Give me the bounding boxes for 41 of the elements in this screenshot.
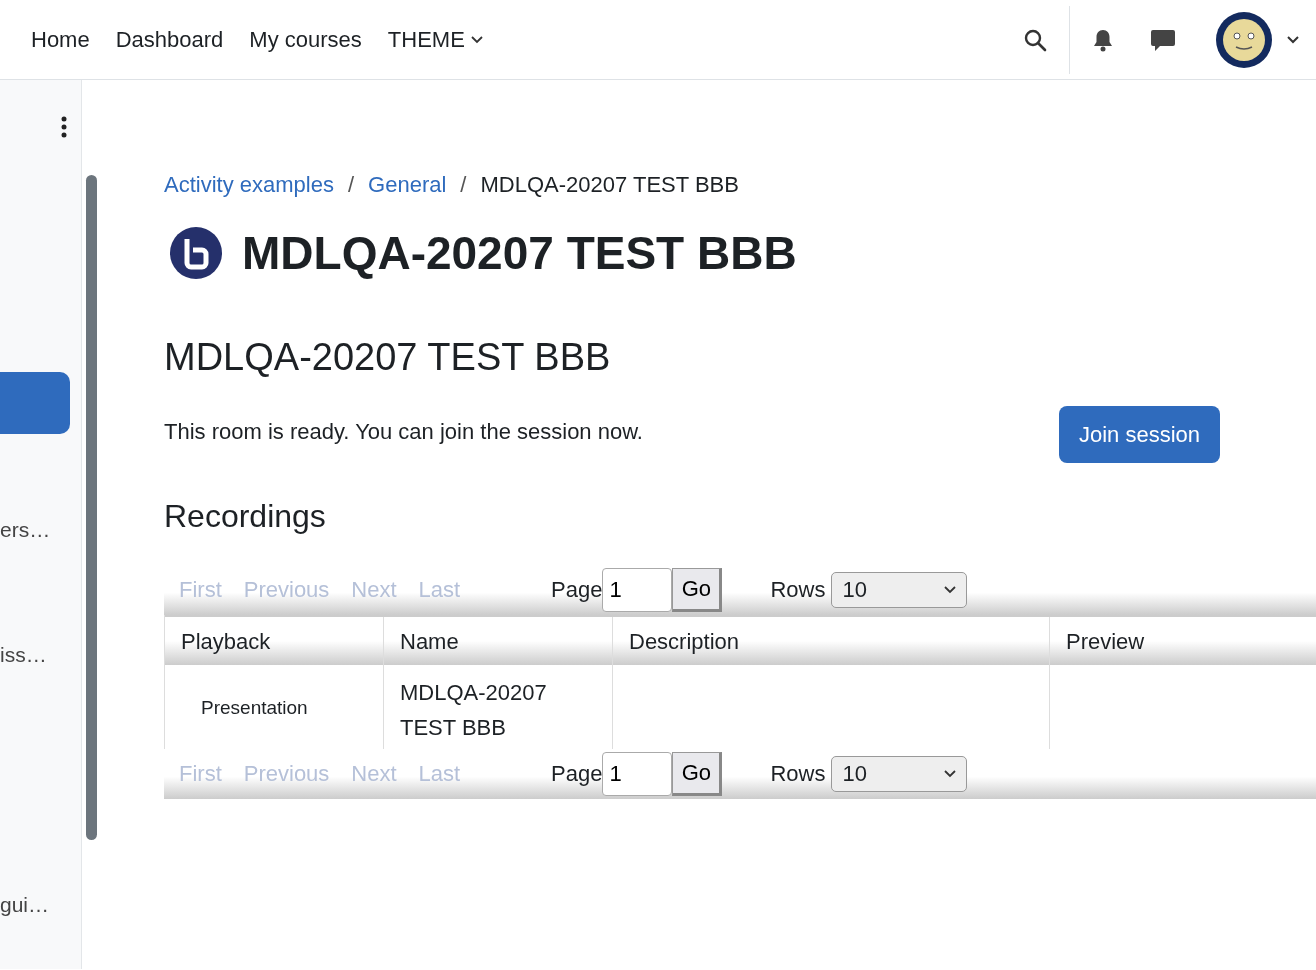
caret-icon	[944, 586, 957, 594]
activity-icon	[170, 227, 222, 279]
page-label: Page	[551, 761, 603, 787]
column-header[interactable]: Description	[613, 617, 1050, 667]
column-header[interactable]: Playback	[165, 617, 384, 667]
page-title: MDLQA-20207 TEST BBB	[242, 226, 797, 280]
more-icon[interactable]	[61, 116, 67, 138]
nav-link[interactable]: Dashboard	[102, 26, 237, 53]
caret-icon	[944, 770, 957, 778]
sidebar-item[interactable]: iss…	[0, 624, 47, 686]
page-input[interactable]: 1	[602, 568, 673, 612]
bell-icon[interactable]	[1092, 27, 1114, 52]
avatar-icon[interactable]	[1216, 11, 1272, 68]
breadcrumb-current: MDLQA-20207 TEST BBB	[480, 172, 739, 198]
rows-label: Rows	[770, 577, 826, 603]
breadcrumb-link[interactable]: Activity examples	[164, 172, 334, 198]
rows-select[interactable]: 10	[831, 756, 968, 792]
sidebar-item[interactable]: ers…	[0, 499, 51, 561]
status-message: This room is ready. You can join the session now.	[164, 419, 643, 445]
breadcrumb-separator: /	[347, 172, 355, 198]
caret-icon[interactable]	[1286, 34, 1300, 45]
room-heading: MDLQA-20207 TEST BBB	[164, 336, 612, 379]
sidebar-item[interactable]: gui…	[0, 874, 50, 936]
nav-link[interactable]: My courses	[236, 26, 375, 53]
nav-link[interactable]: Home	[18, 26, 103, 53]
recordings-heading: Recordings	[164, 498, 327, 535]
scrollbar[interactable]	[86, 175, 97, 840]
page-label: Page	[551, 577, 603, 603]
go-button[interactable]: Go	[672, 568, 723, 612]
column-header[interactable]: Name	[384, 617, 613, 667]
rows-label: Rows	[770, 761, 826, 787]
go-button[interactable]: Go	[672, 752, 723, 796]
join-session-button[interactable]: Join session	[1058, 406, 1220, 463]
breadcrumb-separator: /	[460, 172, 467, 198]
chat-icon[interactable]	[1150, 27, 1176, 52]
column-header[interactable]: Preview	[1050, 617, 1316, 667]
search-icon[interactable]	[1023, 27, 1047, 52]
nav-link[interactable]: THEME	[374, 26, 496, 53]
page-input[interactable]: 1	[602, 752, 673, 796]
rows-select[interactable]: 10	[831, 572, 968, 608]
breadcrumb-link[interactable]: General	[368, 172, 447, 198]
